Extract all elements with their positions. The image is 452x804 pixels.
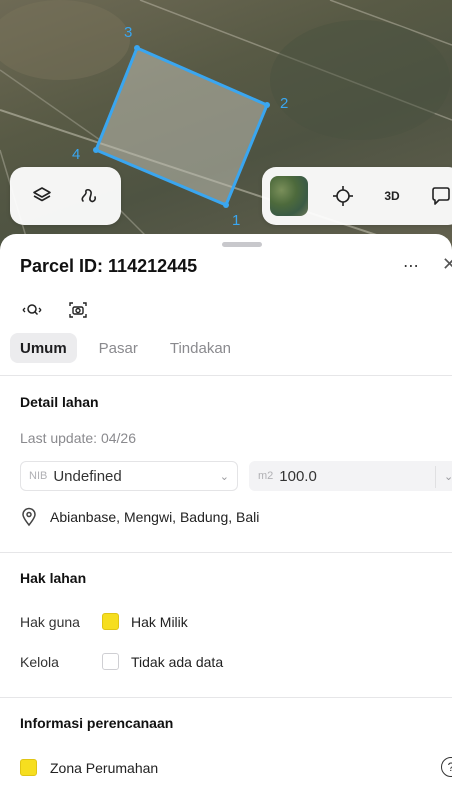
mode-3d-label: 3D [384,189,400,203]
section-title-detail: Detail lahan [20,394,99,410]
vertex-label-4: 4 [72,146,81,163]
vertex-label-3: 3 [124,24,133,41]
zoom-to-parcel-icon [22,304,42,316]
color-swatch [102,613,119,630]
location-pin-icon [22,507,36,527]
rights-row-kelola: Kelola Tidak ada data [20,653,223,670]
zone-text: Zona Perumahan [50,759,159,776]
page-title: Parcel ID: 114212445 [20,256,198,276]
screenshot-button[interactable] [64,296,92,324]
rights-row-hak-guna: Hak guna Hak Milik [20,613,188,630]
area-value: 100.0 [279,467,317,485]
sheet-drag-handle[interactable] [222,242,262,247]
nib-prefix: NIB [29,470,48,482]
rights-value: Hak Milik [131,613,188,630]
close-button[interactable]: ✕ [442,254,452,275]
locate-button[interactable] [330,182,357,210]
zoom-to-parcel-button[interactable] [18,296,46,324]
planning-zone-row[interactable]: Zona Perumahan [20,759,158,776]
nib-select[interactable]: NIB Undefined ⌄ [20,461,238,491]
zone-color-swatch [20,759,37,776]
info-icon[interactable]: ? [441,757,452,777]
vertex-label-1: 1 [232,212,241,229]
chevron-down-icon: ⌄ [435,466,452,488]
vertex-label-2: 2 [280,95,289,112]
layers-button[interactable] [28,182,56,210]
basemap-thumbnail[interactable] [270,176,309,216]
divider [0,552,452,553]
tab-tindakan[interactable]: Tindakan [160,333,241,363]
map-tools-right: 3D [262,167,452,225]
tab-pasar[interactable]: Pasar [89,333,148,363]
parcel-tools [18,296,92,324]
crosshair-icon [333,186,354,206]
nib-value: Undefined [53,467,122,485]
area-select[interactable]: m2 100.0 ⌄ [249,461,452,491]
camera-icon [69,302,87,318]
rights-label: Kelola [20,653,59,670]
rights-label: Hak guna [20,613,80,630]
chat-button[interactable] [427,182,452,210]
map-view[interactable]: 1 2 3 4 3D [0,0,452,250]
area-prefix: m2 [258,470,274,482]
section-title-planning: Informasi perencanaan [20,715,174,731]
parcel-detail-sheet: Parcel ID: 114212445 ⋯ ✕ Umum Pasar Tind… [0,234,452,804]
tab-bar: Umum Pasar Tindakan [10,333,241,363]
mode-3d-button[interactable]: 3D [379,182,406,210]
draw-path-button[interactable] [75,182,103,210]
draw-path-icon [81,188,97,203]
last-update-text: Last update: 04/26 [20,430,136,446]
map-tools-left [10,167,121,225]
rights-value: Tidak ada data [131,653,224,670]
divider [0,697,452,698]
chat-question-icon [431,187,450,205]
more-options-button[interactable]: ⋯ [403,256,420,276]
color-swatch [102,653,119,670]
section-title-rights: Hak lahan [20,570,87,586]
tab-umum[interactable]: Umum [10,333,77,363]
layers-icon [32,187,51,202]
divider [0,375,452,376]
address-text: Abianbase, Mengwi, Badung, Bali [50,509,260,525]
address-row: Abianbase, Mengwi, Badung, Bali [20,507,259,527]
chevron-down-icon: ⌄ [219,470,229,483]
